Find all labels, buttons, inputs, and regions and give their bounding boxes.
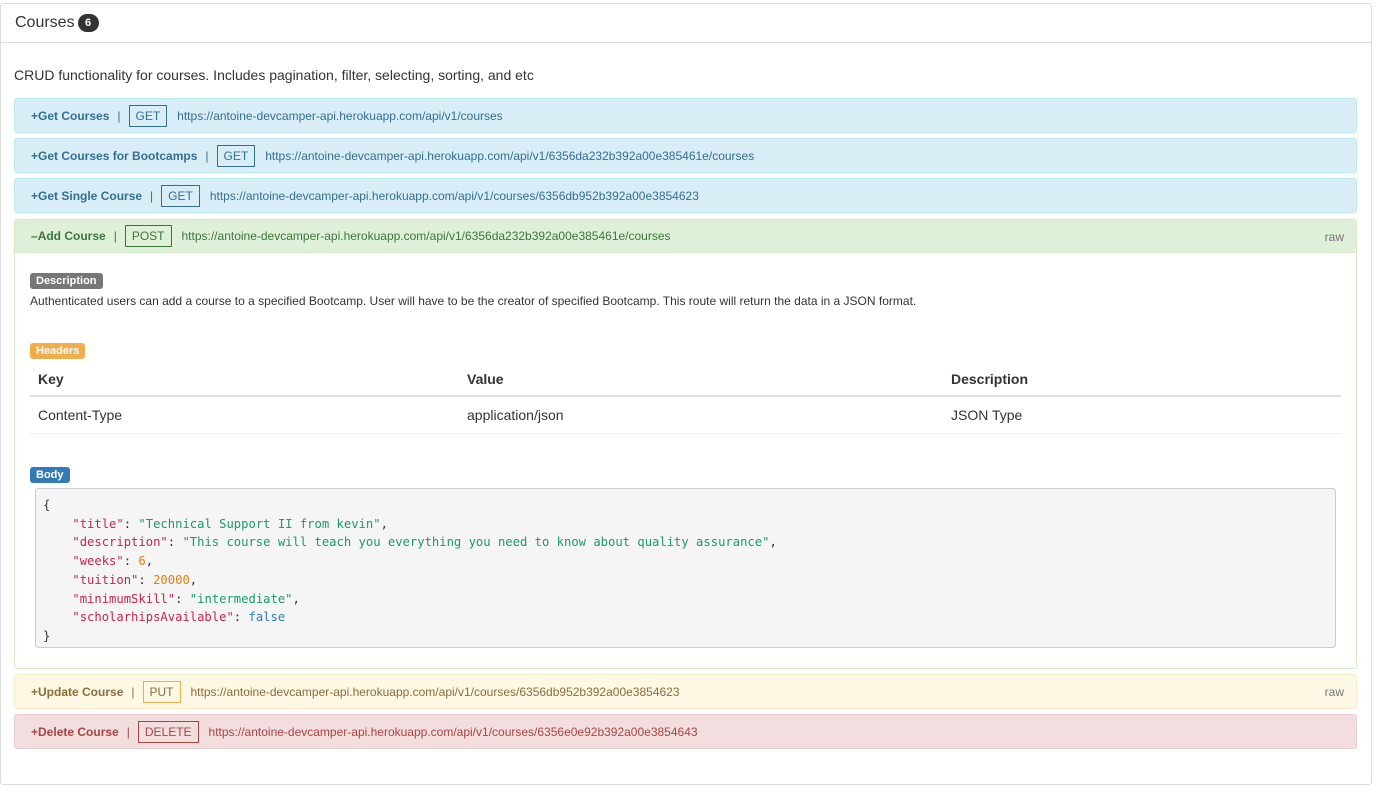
separator: | — [113, 229, 117, 243]
route-delete-course[interactable]: +Delete Course | DELETE https://antoine-… — [14, 714, 1357, 749]
json-open-brace: { — [43, 498, 51, 512]
json-key: "minimumSkill" — [72, 591, 176, 606]
route-header[interactable]: +Delete Course | DELETE https://antoine-… — [15, 715, 1356, 748]
raw-link[interactable]: raw — [1325, 230, 1344, 244]
route-header[interactable]: +Get Single Course | GET https://antoine… — [15, 179, 1356, 212]
json-key: "description" — [72, 535, 168, 550]
route-url: https://antoine-devcamper-api.herokuapp.… — [177, 108, 503, 123]
json-key: "tuition" — [72, 572, 139, 587]
route-update-course[interactable]: +Update Course | PUT https://antoine-dev… — [14, 674, 1357, 709]
json-value: "Technical Support II from kevin" — [138, 516, 381, 531]
method-badge: PUT — [142, 680, 181, 703]
route-title[interactable]: +Delete Course — [31, 725, 119, 739]
table-cell: application/json — [459, 396, 943, 434]
route-header[interactable]: +Get Courses for Bootcamps | GET https:/… — [15, 139, 1356, 172]
json-key: "scholarhipsAvailable" — [72, 610, 234, 625]
panel-heading: Courses 6 — [1, 4, 1371, 43]
column-header: Description — [943, 363, 1341, 397]
headers-label: Headers — [30, 343, 86, 359]
route-header[interactable]: –Add Course | POST https://antoine-devca… — [15, 220, 1356, 253]
method-badge: POST — [124, 225, 172, 247]
route-get-courses[interactable]: +Get Courses | GET https://antoine-devca… — [14, 98, 1357, 133]
route-title[interactable]: +Get Courses for Bootcamps — [31, 149, 197, 163]
json-body: { "title": "Technical Support II from ke… — [35, 488, 1336, 648]
count-badge: 6 — [77, 14, 99, 32]
json-value: "This course will teach you everything y… — [182, 535, 770, 550]
method-badge: GET — [128, 104, 168, 127]
json-key: "weeks" — [72, 554, 124, 569]
route-title[interactable]: +Get Single Course — [31, 189, 142, 203]
column-header: Key — [30, 363, 459, 397]
route-url: https://antoine-devcamper-api.herokuapp.… — [265, 148, 755, 163]
json-value: "intermediate" — [189, 591, 293, 606]
route-header[interactable]: +Get Courses | GET https://antoine-devca… — [15, 99, 1356, 132]
body-label: Body — [30, 467, 70, 483]
description-label: Description — [30, 273, 103, 289]
route-add-course: –Add Course | POST https://antoine-devca… — [14, 219, 1357, 669]
separator: | — [126, 724, 130, 739]
route-url: https://antoine-devcamper-api.herokuapp.… — [181, 229, 671, 243]
route-header[interactable]: +Update Course | PUT https://antoine-dev… — [15, 675, 1356, 708]
route-get-courses-for-bootcamps[interactable]: +Get Courses for Bootcamps | GET https:/… — [14, 138, 1357, 173]
column-header: Value — [459, 363, 943, 397]
method-badge: GET — [216, 144, 256, 167]
page-title: Courses — [15, 14, 75, 31]
table-cell: JSON Type — [943, 396, 1341, 434]
json-value: 20000 — [153, 572, 190, 587]
table-cell: Content-Type — [30, 396, 459, 434]
separator: | — [117, 108, 121, 123]
route-url: https://antoine-devcamper-api.herokuapp.… — [190, 684, 680, 699]
method-badge: GET — [161, 184, 200, 207]
route-url: https://antoine-devcamper-api.herokuapp.… — [208, 724, 698, 739]
route-url: https://antoine-devcamper-api.herokuapp.… — [209, 188, 699, 203]
separator: | — [205, 148, 209, 163]
route-description: Authenticated users can add a course to … — [30, 294, 917, 308]
route-get-single-course[interactable]: +Get Single Course | GET https://antoine… — [14, 178, 1357, 213]
section-description: CRUD functionality for courses. Includes… — [14, 67, 534, 83]
raw-link[interactable]: raw — [1325, 685, 1344, 699]
separator: | — [150, 188, 154, 203]
route-title[interactable]: +Get Courses — [31, 109, 109, 123]
json-close-brace: } — [43, 628, 51, 643]
route-title[interactable]: –Add Course — [31, 229, 106, 243]
method-badge: DELETE — [137, 720, 199, 743]
table-header-row: Key Value Description — [30, 363, 1341, 397]
json-key: "title" — [72, 516, 124, 531]
headers-table: Key Value Description Content-Type appli… — [30, 363, 1341, 434]
separator: | — [131, 684, 135, 699]
table-row: Content-Type application/json JSON Type — [30, 396, 1341, 434]
json-value: 6 — [138, 554, 146, 569]
route-title[interactable]: +Update Course — [31, 685, 123, 699]
json-value: false — [248, 610, 286, 625]
